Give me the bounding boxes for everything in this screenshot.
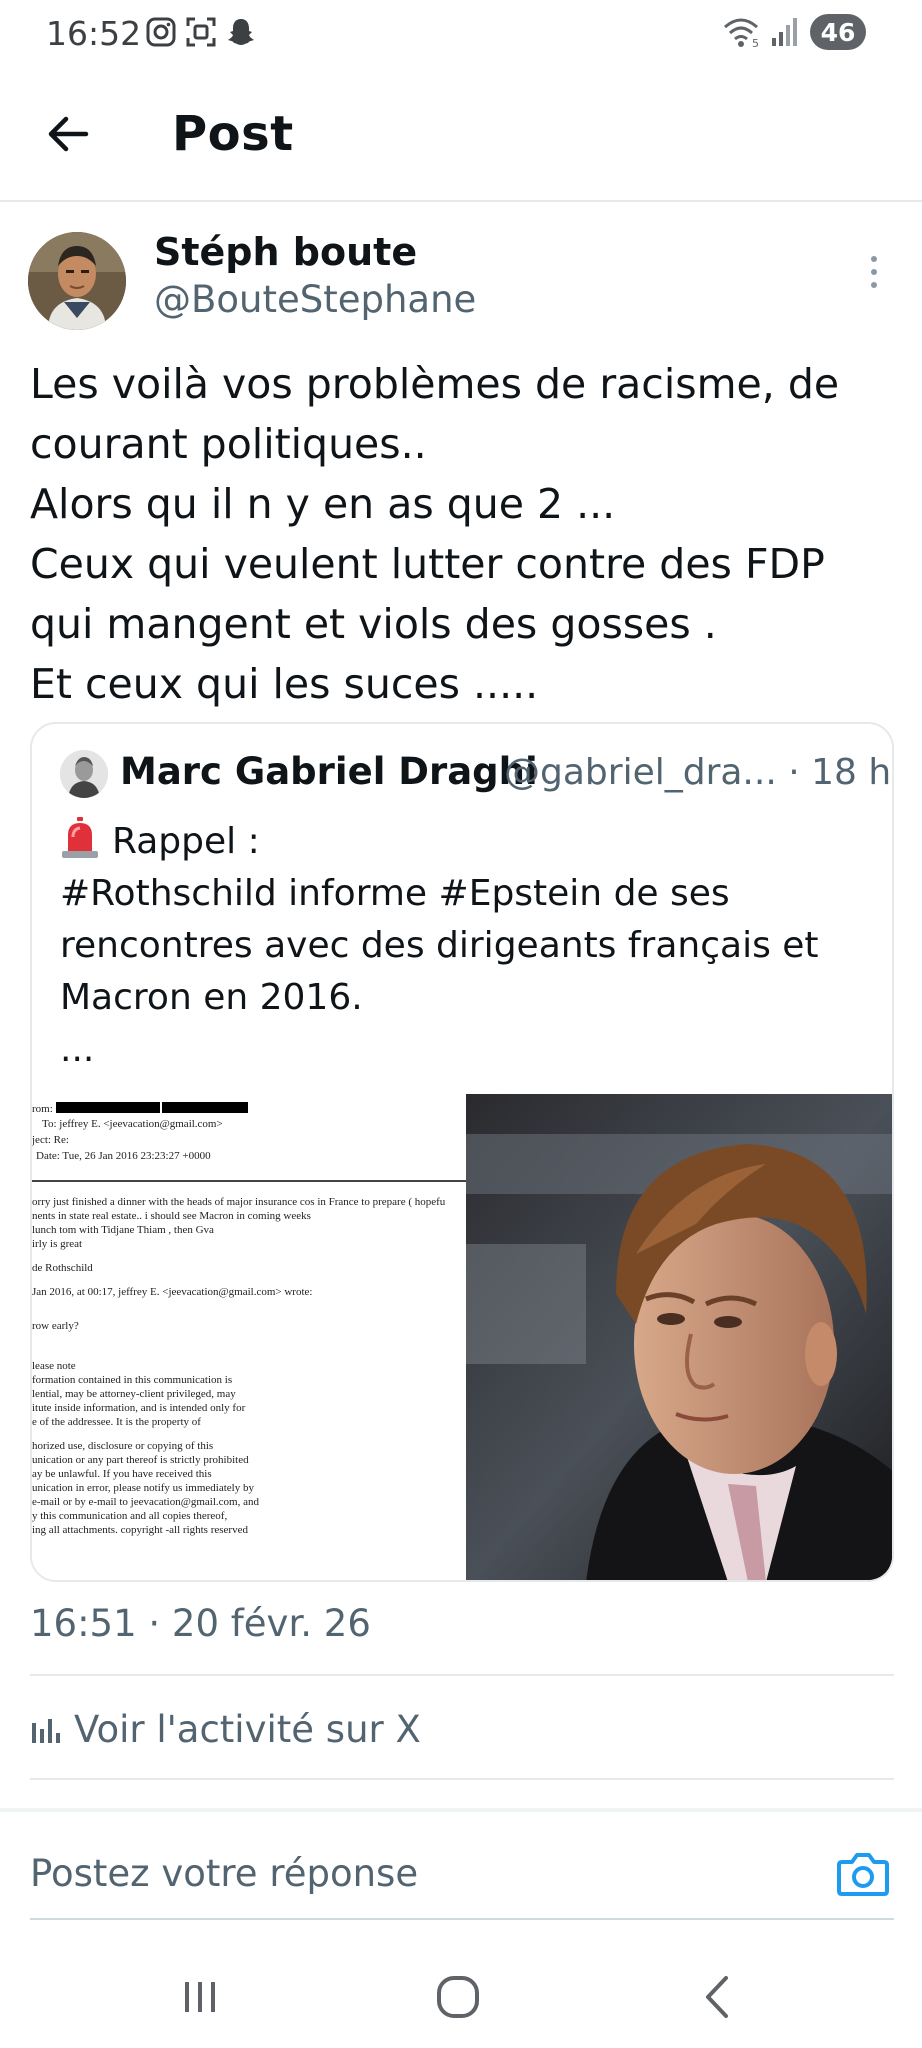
document-line: unication or any part thereof is strictl… (32, 1454, 249, 1466)
document-line: ject: Re: (32, 1134, 69, 1146)
document-line: To: jeffrey E. <jeevacation@gmail.com> (42, 1118, 223, 1130)
page-title: Post (172, 106, 294, 162)
android-nav-bar (0, 1940, 922, 2048)
quoted-author-meta: @gabriel_dra... · 18 h (504, 752, 892, 793)
quoted-media[interactable]: rom: To: jeffrey E. <jeevacation@gmail.c… (32, 1094, 892, 1580)
author-name[interactable]: Stéph boute (154, 230, 417, 274)
document-line: formation contained in this communicatio… (32, 1374, 233, 1386)
snapchat-icon (228, 19, 254, 45)
document-line: ay be unlawful. If you have received thi… (32, 1468, 212, 1480)
screenshot-icon (186, 17, 216, 47)
more-options-icon[interactable] (860, 252, 888, 292)
document-line: itute inside information, and is intende… (32, 1402, 246, 1414)
status-bar: 16:52 5 46 (0, 0, 922, 66)
status-right: 5 46 (722, 12, 866, 52)
quoted-text: Rappel : #Rothschild informe #Epstein de… (60, 816, 880, 1076)
post-text-line: Les voilà vos problèmes de racisme, de (30, 360, 840, 408)
document-line: nents in state real estate.. i should se… (32, 1210, 311, 1222)
divider (30, 1674, 894, 1676)
document-line: irly is great (32, 1238, 83, 1250)
section-divider (0, 1808, 922, 1812)
quoted-author-name: Marc Gabriel Draghi (120, 750, 538, 793)
avatar-image (28, 232, 126, 330)
document-line: de Rothschild (32, 1262, 93, 1274)
document-line: e of the addressee. It is the property o… (32, 1416, 201, 1428)
camera-icon[interactable] (836, 1848, 890, 1898)
portrait-photo-image (466, 1094, 892, 1580)
quoted-text-line: #Rothschild informe #Epstein de ses (60, 873, 730, 914)
instagram-icon (146, 17, 176, 47)
document-line: ing all attachments. copyright -all righ… (32, 1524, 248, 1536)
reply-underline (30, 1918, 894, 1920)
back-arrow-icon[interactable] (40, 106, 96, 162)
email-document-image[interactable]: rom: To: jeffrey E. <jeevacation@gmail.c… (32, 1094, 466, 1580)
back-nav-icon[interactable] (688, 1972, 748, 2022)
post-text-line: Ceux qui veulent lutter contre des FDP (30, 540, 825, 588)
document-line: rom: (32, 1102, 249, 1115)
avatar-image (60, 750, 108, 798)
quoted-text-line: Rappel : (60, 816, 880, 868)
document-line: Jan 2016, at 00:17, jeffrey E. <jeevacat… (32, 1286, 313, 1298)
portrait-photo[interactable] (466, 1094, 892, 1580)
post-text-line: Et ceux qui les suces ..... (30, 660, 539, 708)
quoted-text-line: rencontres avec des dirigeants français … (60, 925, 819, 966)
document-line: unication in error, please notify us imm… (32, 1482, 254, 1494)
view-activity-link[interactable]: Voir l'activité sur X (30, 1708, 421, 1751)
quoted-text-line: ... (60, 1029, 95, 1070)
home-icon[interactable] (428, 1972, 488, 2022)
author-handle[interactable]: @BouteStephane (154, 278, 476, 321)
post-text-line: qui mangent et viols des gosses . (30, 600, 717, 648)
recent-apps-icon[interactable] (170, 1972, 230, 2022)
document-line: lease note (32, 1360, 76, 1372)
post-timestamp: 16:51 · 20 févr. 26 (30, 1602, 371, 1645)
document-line: lential, may be attorney-client privileg… (32, 1388, 236, 1400)
battery-indicator: 46 (810, 14, 866, 50)
quoted-text-line: Macron en 2016. (60, 977, 363, 1018)
reply-input[interactable]: Postez votre réponse (30, 1852, 418, 1895)
document-line: e-mail or by e-mail to jeevacation@gmail… (32, 1496, 259, 1508)
analytics-icon (32, 1718, 60, 1743)
divider (30, 1778, 894, 1780)
post-text-line: courant politiques.. (30, 420, 427, 468)
post-text-line: Alors qu il n y en as que 2 ... (30, 480, 616, 528)
document-line: horized use, disclosure or copying of th… (32, 1440, 214, 1452)
view-activity-label: Voir l'activité sur X (74, 1708, 421, 1751)
post-text: Les voilà vos problèmes de racisme, de c… (30, 354, 890, 714)
svg-text:5: 5 (752, 37, 759, 49)
header: Post (0, 66, 922, 202)
status-time: 16:52 (46, 14, 142, 53)
author-avatar[interactable] (28, 232, 126, 330)
document-line: Date: Tue, 26 Jan 2016 23:23:27 +0000 (36, 1150, 211, 1162)
quoted-post[interactable]: Marc Gabriel Draghi @gabriel_dra... · 18… (30, 722, 894, 1582)
document-divider (32, 1180, 466, 1182)
quoted-author-avatar (60, 750, 108, 798)
document-line: y this communication and all copies ther… (32, 1510, 228, 1522)
wifi-icon: 5 (724, 18, 759, 49)
document-line: row early? (32, 1320, 79, 1332)
siren-emoji-icon (62, 817, 98, 858)
document-line: orry just finished a dinner with the hea… (32, 1196, 446, 1208)
signal-icon (772, 18, 797, 46)
document-line: lunch tom with Tidjane Thiam , then Gva (32, 1224, 214, 1236)
quoted-text-rappel: Rappel : (112, 821, 260, 862)
